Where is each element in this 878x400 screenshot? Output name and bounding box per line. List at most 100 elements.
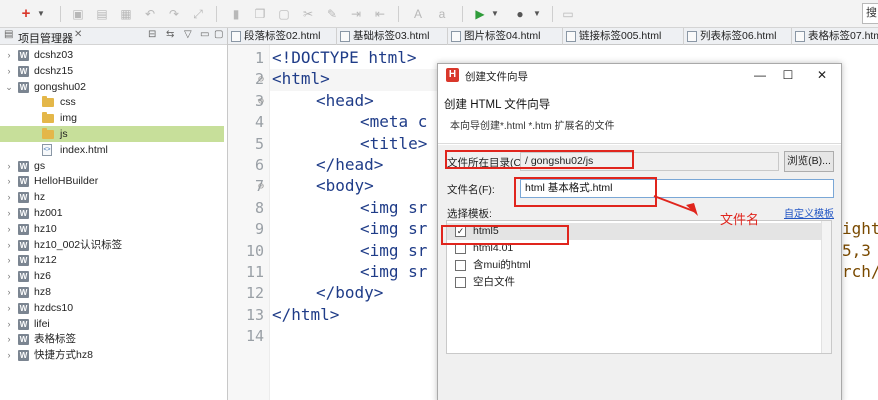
explorer-header: ▤ 项目管理器 ✕ ⊟ ⇆ ▽ ▭ ▢ <box>0 28 227 45</box>
chevron-right-icon[interactable]: › <box>4 252 14 268</box>
chevron-down-icon[interactable]: ⌄ <box>4 79 14 95</box>
search-input-label: 搜 <box>866 7 877 19</box>
tree-item[interactable]: ⌄ Wgongshu02 <box>0 79 224 95</box>
tree-item[interactable]: css <box>0 94 224 110</box>
tree-item[interactable]: <> index.html <box>0 142 224 158</box>
chevron-right-icon[interactable]: › <box>4 173 14 189</box>
link-editor-icon[interactable]: ⇆ <box>166 29 174 40</box>
fold-toggle-icon[interactable]: ⊖ <box>258 181 264 192</box>
web-project-icon: W <box>18 65 29 77</box>
folder-icon <box>42 112 54 124</box>
bookmark-icon[interactable]: ▮ <box>228 5 244 23</box>
project-explorer: ▤ 项目管理器 ✕ ⊟ ⇆ ▽ ▭ ▢ › Wdcshz03 › Wdcshz15 ⌄ W… <box>0 28 228 400</box>
html-file-icon <box>795 31 805 42</box>
chevron-down-icon[interactable]: ▼ <box>36 5 46 23</box>
minimize-icon[interactable]: ▭ <box>200 29 209 40</box>
tree-item[interactable]: › Whz12 <box>0 252 224 268</box>
chevron-right-icon[interactable]: › <box>4 316 14 332</box>
cut-icon[interactable]: ✂ <box>300 5 316 23</box>
format-icon[interactable]: ⤢ <box>190 5 206 23</box>
browse-button[interactable]: 浏览(B)... <box>784 151 834 172</box>
view-menu-icon[interactable]: ▽ <box>184 29 192 40</box>
debug-icon[interactable]: ● <box>512 5 528 23</box>
close-icon[interactable]: ✕ <box>812 66 832 84</box>
toolbar-separator <box>398 6 399 22</box>
font-smaller-icon[interactable]: a <box>434 5 450 23</box>
save-all-icon[interactable]: ▤ <box>94 5 110 23</box>
help-icon[interactable]: ▭ <box>560 5 576 23</box>
paste-icon[interactable]: ▢ <box>276 5 292 23</box>
fold-toggle-icon[interactable]: ⊖ <box>258 74 264 85</box>
chevron-right-icon[interactable]: › <box>4 158 14 174</box>
tree-item[interactable]: › Wdcshz03 <box>0 47 224 63</box>
tree-item[interactable]: › Whz6 <box>0 268 224 284</box>
tree-item[interactable]: › W 表格标签 <box>0 331 224 347</box>
search-input[interactable]: 搜 <box>862 3 878 24</box>
tree-item[interactable]: › Wdcshz15 <box>0 63 224 79</box>
redo-icon[interactable]: ↷ <box>166 5 182 23</box>
editor-tab[interactable]: 表格标签07.html <box>792 28 878 45</box>
template-list-scrollbar[interactable] <box>821 221 831 353</box>
maximize-icon[interactable]: ▢ <box>214 29 223 40</box>
chevron-right-icon[interactable]: › <box>4 221 14 237</box>
chevron-right-icon[interactable]: › <box>4 237 14 253</box>
editor-tab[interactable]: 基础标签03.html <box>337 28 448 45</box>
chevron-right-icon[interactable]: › <box>4 331 14 347</box>
editor-tab[interactable]: 段落标签02.html <box>228 28 337 45</box>
copy-icon[interactable]: ❐ <box>252 5 268 23</box>
tree-item[interactable]: › Whz001 <box>0 205 224 221</box>
tree-item[interactable]: › Whz8 <box>0 284 224 300</box>
chevron-right-icon[interactable]: › <box>4 284 14 300</box>
chevron-right-icon[interactable]: › <box>4 347 14 363</box>
new-icon[interactable]: + <box>18 5 34 23</box>
close-icon[interactable]: ✕ <box>74 29 82 40</box>
chevron-down-icon[interactable]: ▼ <box>490 5 500 23</box>
print-icon[interactable]: ▦ <box>118 5 134 23</box>
tree-item[interactable]: › Whz <box>0 189 224 205</box>
checkbox-icon[interactable] <box>455 260 466 271</box>
collapse-all-icon[interactable]: ⊟ <box>148 29 156 40</box>
code-line: <head> <box>316 90 374 110</box>
tree-item[interactable]: › W 快捷方式hz8 <box>0 347 224 363</box>
comment-icon[interactable]: ✎ <box>324 5 340 23</box>
fold-toggle-icon[interactable]: ⊖ <box>258 96 264 107</box>
tree-item[interactable]: › Whzdcs10 <box>0 300 224 316</box>
tree-item[interactable]: js <box>0 126 224 142</box>
run-icon[interactable]: ▶ <box>472 5 488 23</box>
html-file-icon <box>231 31 241 42</box>
save-icon[interactable]: ▣ <box>70 5 86 23</box>
tree-item[interactable]: › Wlifei <box>0 316 224 332</box>
html-file-icon <box>566 31 576 42</box>
maximize-icon[interactable]: ☐ <box>778 66 798 84</box>
checkbox-icon[interactable] <box>455 277 466 288</box>
tree-item[interactable]: › Whz10 <box>0 221 224 237</box>
chevron-right-icon[interactable]: › <box>4 268 14 284</box>
template-item[interactable]: 含mui的html <box>447 257 831 274</box>
editor-tab[interactable]: 链接标签005.html <box>563 28 684 45</box>
editor-tab-label: 列表标签06.html <box>700 30 777 42</box>
chevron-right-icon[interactable]: › <box>4 189 14 205</box>
tree-item-label: index.html <box>60 143 108 156</box>
chevron-right-icon[interactable]: › <box>4 300 14 316</box>
tree-item-label: HelloHBuilder <box>34 175 99 188</box>
editor-tab[interactable]: 图片标签04.html <box>448 28 563 45</box>
code-line: </head> <box>316 155 384 174</box>
line-number: 10 <box>245 241 264 260</box>
chevron-right-icon[interactable]: › <box>4 63 14 79</box>
chevron-right-icon[interactable]: › <box>4 47 14 63</box>
undo-icon[interactable]: ↶ <box>142 5 158 23</box>
line-number: 1 <box>254 49 264 67</box>
tree-item[interactable]: › W HelloHBuilder <box>0 173 224 189</box>
indent-icon[interactable]: ⇥ <box>348 5 364 23</box>
minimize-icon[interactable]: — <box>750 66 770 84</box>
tree-item[interactable]: img <box>0 110 224 126</box>
template-item[interactable]: 空白文件 <box>447 274 831 291</box>
font-larger-icon[interactable]: A <box>410 5 426 23</box>
chevron-down-icon[interactable]: ▼ <box>532 5 542 23</box>
chevron-right-icon[interactable]: › <box>4 205 14 221</box>
tree-item[interactable]: › Whz10_002认识标签 <box>0 237 224 253</box>
outdent-icon[interactable]: ⇤ <box>372 5 388 23</box>
tree-item[interactable]: › Wgs <box>0 158 224 174</box>
editor-tab[interactable]: 列表标签06.html <box>684 28 792 45</box>
custom-template-link[interactable]: 自定义模板 <box>784 205 834 220</box>
